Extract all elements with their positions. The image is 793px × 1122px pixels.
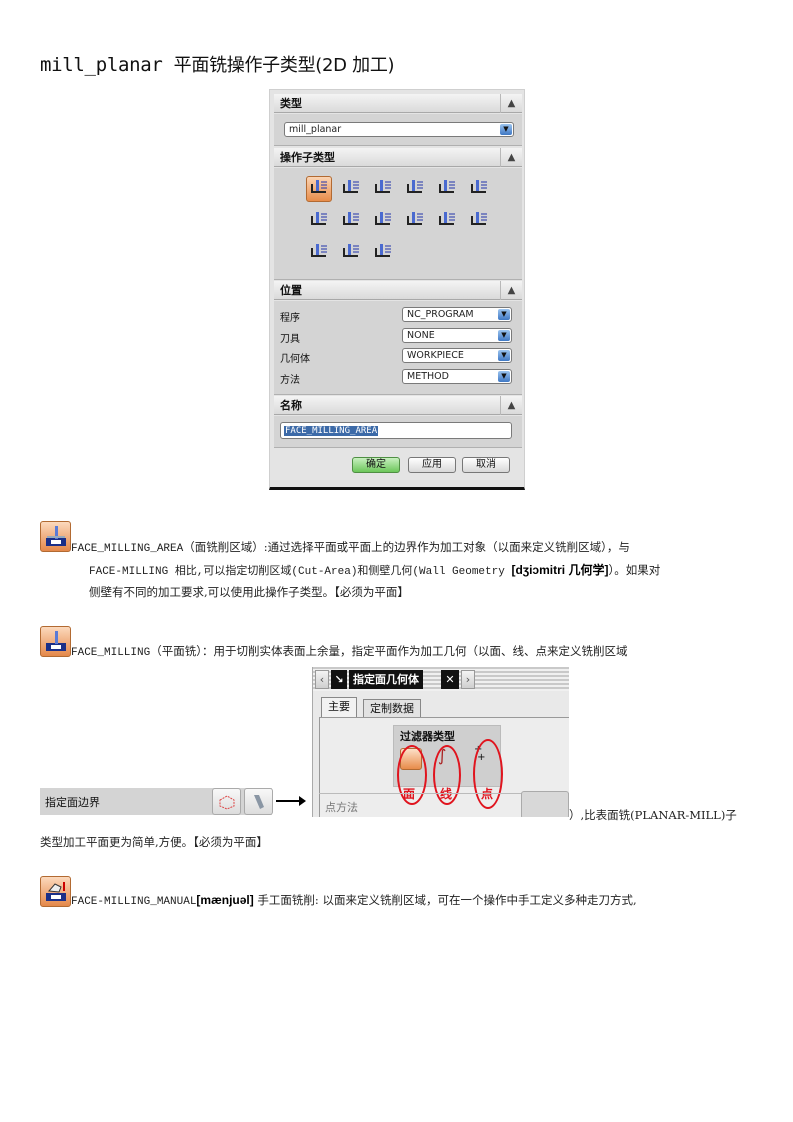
- location-section-body: 程序 NC_PROGRAM ▼ 刀具 NONE ▼ 几何体 WORKPIECE ▼ 方…: [274, 301, 522, 395]
- program-select[interactable]: NC_PROGRAM ▼: [402, 307, 512, 322]
- rough-zig-icon[interactable]: [338, 208, 364, 234]
- type-section-body: mill_planar ▼: [274, 114, 522, 146]
- planar-text-icon[interactable]: [306, 240, 332, 266]
- finish-walls-icon[interactable]: [402, 208, 428, 234]
- method-label: 方法: [280, 375, 300, 386]
- back-icon[interactable]: ‹: [315, 670, 329, 689]
- paragraph-line: FACE-MILLING 相比,可以指定切削区域(Cut-Area)和侧壁几何(…: [89, 563, 661, 578]
- dropdown-arrow-icon[interactable]: ▼: [500, 124, 512, 135]
- create-operation-dialog: 类型 ▲ mill_planar ▼ 操作子类型 ▲ 位置 ▲ 程序 NC_PR…: [269, 89, 525, 490]
- paragraph-face-milling-manual: FACE-MILLING_MANUAL[mænjuəl] 手工面铣削: 以面来定…: [71, 893, 637, 908]
- face-milling-icon: [40, 626, 71, 657]
- collapse-icon[interactable]: ▲: [500, 148, 522, 167]
- arrow-icon: [276, 796, 306, 806]
- face-geometry-title: 指定面几何体: [349, 670, 423, 689]
- finish-floor-icon[interactable]: [434, 208, 460, 234]
- location-section-header[interactable]: 位置 ▲: [274, 281, 522, 300]
- apply-button[interactable]: 应用: [408, 457, 456, 473]
- tool-label: 刀具: [280, 334, 300, 345]
- forward-icon[interactable]: ›: [461, 670, 475, 689]
- cleanup-corners-icon[interactable]: [370, 208, 396, 234]
- paragraph-line: 侧壁有不同的加工要求,可以使用此操作子类型。【必须为平面】: [89, 585, 409, 599]
- point-method-label: 点方法: [325, 801, 358, 814]
- boundary-select-icon[interactable]: [212, 788, 241, 815]
- collapse-icon[interactable]: ▲: [500, 396, 522, 415]
- subtype-section-body: [274, 168, 522, 280]
- paragraph-line: 类型加工平面更为简单,方便。【必须为平面】: [40, 835, 268, 849]
- face-milling-icon[interactable]: [338, 176, 364, 202]
- tool-icon[interactable]: [244, 788, 273, 815]
- dropdown-arrow-icon[interactable]: ▼: [498, 309, 510, 320]
- specify-face-boundary-label: 指定面边界: [45, 796, 100, 809]
- method-select[interactable]: METHOD ▼: [402, 369, 512, 384]
- face-milling-area-icon: [40, 521, 71, 552]
- mill-control-icon[interactable]: [338, 240, 364, 266]
- program-label: 程序: [280, 313, 300, 324]
- geometry-label: 几何体: [280, 354, 310, 365]
- dropdown-arrow-icon[interactable]: ▼: [498, 350, 510, 361]
- cancel-button[interactable]: 取消: [462, 457, 510, 473]
- type-section-header[interactable]: 类型 ▲: [274, 94, 522, 113]
- type-select[interactable]: mill_planar ▼: [284, 122, 514, 137]
- select-arrow-icon: ↘: [331, 670, 347, 689]
- dropdown-arrow-icon[interactable]: ▼: [498, 330, 510, 341]
- point-method-button[interactable]: [521, 791, 569, 817]
- paragraph-line: ）,比表面铣(PLANAR-MILL)子: [569, 808, 737, 822]
- filter-type-label: 过滤器类型: [400, 730, 455, 743]
- collapse-icon[interactable]: ▲: [500, 94, 522, 113]
- name-section-header[interactable]: 名称 ▲: [274, 396, 522, 415]
- tab-main[interactable]: 主要: [321, 697, 357, 718]
- specify-face-boundary-row: 指定面边界: [40, 788, 273, 815]
- face-milling-area-icon[interactable]: [306, 176, 332, 202]
- thread-milling-icon[interactable]: [466, 208, 492, 234]
- collapse-icon[interactable]: ▲: [500, 281, 522, 300]
- paragraph-face-milling: FACE_MILLING（平面铣）：用于切削实体表面上余量，指定平面作为加工几何…: [71, 644, 628, 659]
- planar-profile-icon[interactable]: [434, 176, 460, 202]
- paragraph-face-milling-area: FACE_MILLING_AREA（面铣削区域）:通过选择平面或平面上的边界作为…: [71, 540, 630, 555]
- planar-mill-icon[interactable]: [402, 176, 428, 202]
- dropdown-arrow-icon[interactable]: ▼: [498, 371, 510, 382]
- tab-custom-data[interactable]: 定制数据: [363, 699, 421, 718]
- rough-zigzag-icon[interactable]: [306, 208, 332, 234]
- mill-user-icon[interactable]: [370, 240, 396, 266]
- face-milling-manual-icon[interactable]: [370, 176, 396, 202]
- rough-follow-icon[interactable]: [466, 176, 492, 202]
- page-title: mill_planar 平面铣操作子类型(2D 加工): [40, 54, 395, 76]
- tool-select[interactable]: NONE ▼: [402, 328, 512, 343]
- ok-button[interactable]: 确定: [352, 457, 400, 473]
- close-icon[interactable]: ✕: [441, 670, 459, 689]
- name-input[interactable]: FACE_MILLING_AREA: [280, 422, 512, 439]
- face-milling-manual-icon: [40, 876, 71, 907]
- specify-face-geometry-dialog: ‹ ↘ 指定面几何体 ✕ › 主要 定制数据 过滤器类型 ∫ + + 面 线 点…: [312, 667, 569, 817]
- subtype-section-header[interactable]: 操作子类型 ▲: [274, 148, 522, 167]
- geometry-select[interactable]: WORKPIECE ▼: [402, 348, 512, 363]
